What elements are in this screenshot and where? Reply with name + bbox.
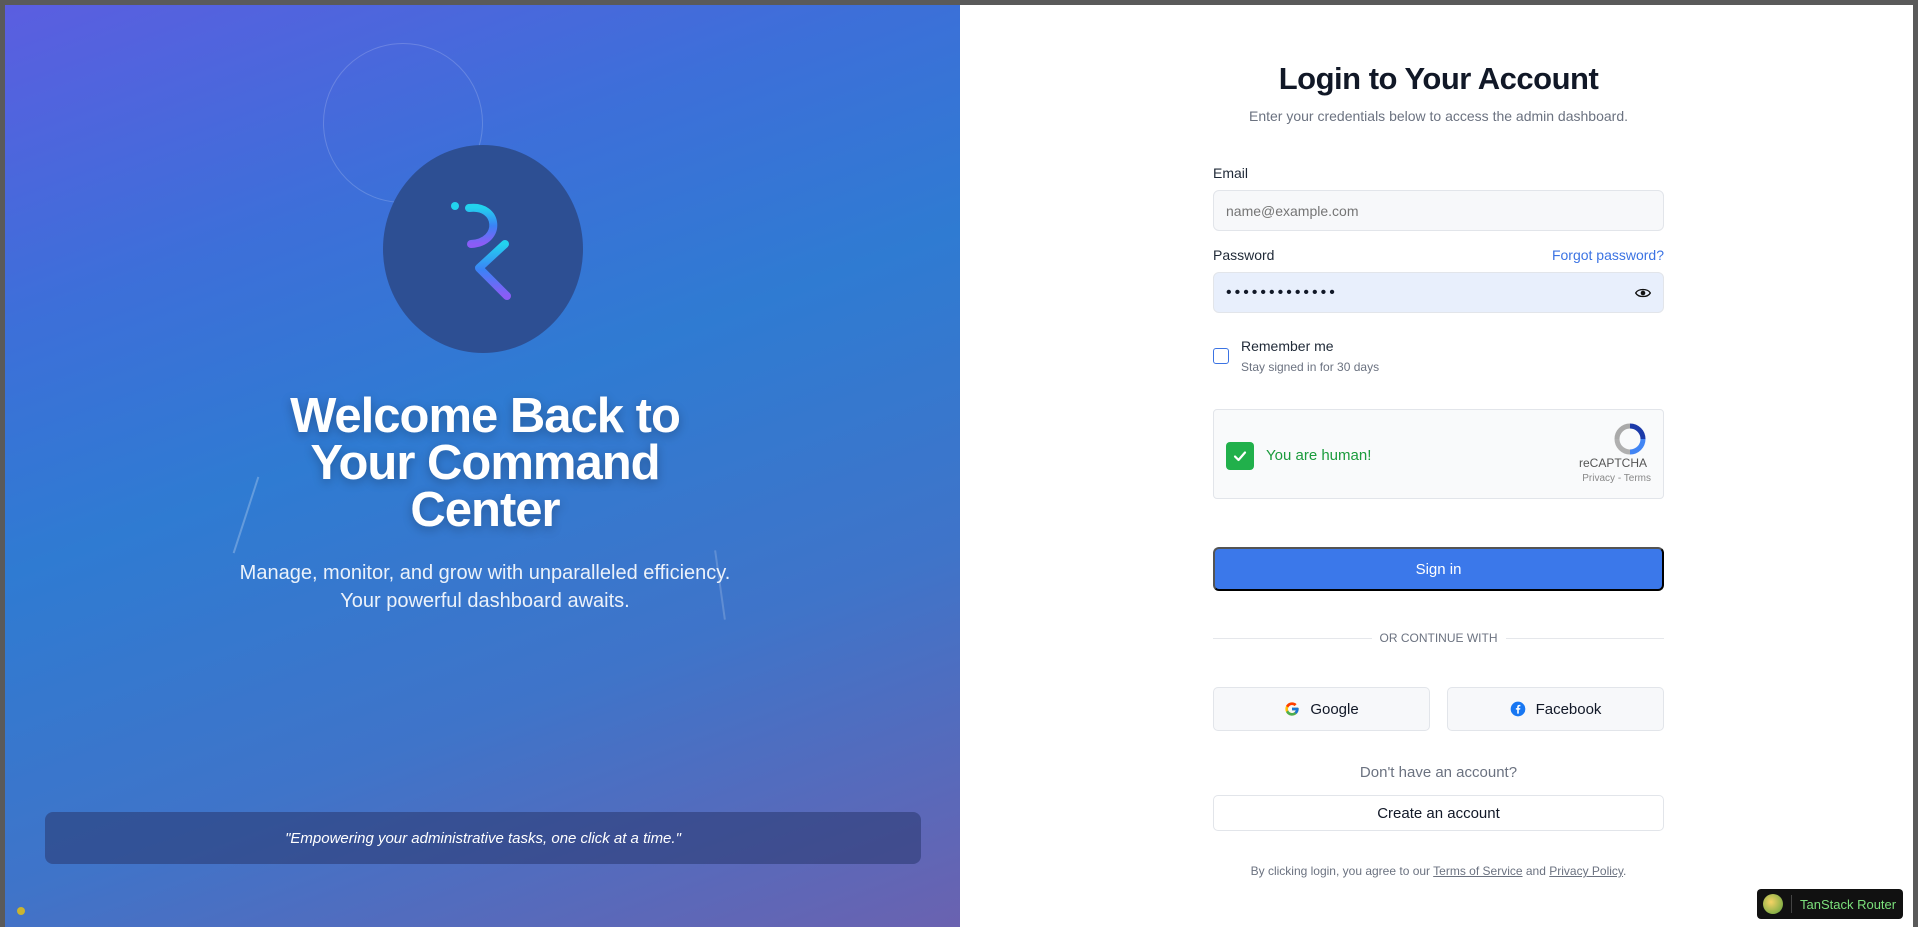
create-account-button[interactable]: Create an account <box>1213 795 1664 831</box>
hero-subtitle: Manage, monitor, and grow with unparalle… <box>239 562 731 612</box>
sign-in-button[interactable]: Sign in <box>1213 547 1664 591</box>
page-subtitle: Enter your credentials below to access t… <box>1249 108 1628 124</box>
captcha-status: You are human! <box>1266 447 1372 464</box>
checkmark-icon <box>1233 451 1247 462</box>
email-field[interactable] <box>1213 190 1664 231</box>
google-label: Google <box>1310 700 1359 718</box>
divider-text: OR CONTINUE WITH <box>1379 631 1498 645</box>
remember-checkbox[interactable] <box>1213 348 1229 364</box>
divider: OR CONTINUE WITH <box>1213 631 1664 645</box>
devtools-toggle[interactable]: TanStack Router <box>1757 889 1903 919</box>
hero-panel: Welcome Back to Your Command Center Mana… <box>5 5 960 927</box>
status-dot <box>17 907 25 915</box>
eye-icon[interactable] <box>1635 285 1651 301</box>
google-button[interactable]: Google <box>1213 687 1430 731</box>
google-icon <box>1285 702 1299 716</box>
quote-banner: "Empowering your administrative tasks, o… <box>45 812 921 864</box>
brand-logo <box>383 145 583 353</box>
devtools-label: TanStack Router <box>1800 896 1897 912</box>
forgot-password-link[interactable]: Forgot password? <box>1552 247 1664 263</box>
privacy-link[interactable]: Privacy Policy <box>1549 864 1623 878</box>
no-account-text: Don't have an account? <box>1359 764 1518 781</box>
remember-label: Remember me <box>1241 338 1334 354</box>
tanstack-logo-icon <box>1763 894 1783 914</box>
legal-prefix: By clicking login, you agree to our <box>1250 864 1431 878</box>
app-frame: Welcome Back to Your Command Center Mana… <box>5 5 1913 927</box>
captcha-terms-link[interactable]: Terms <box>1624 473 1651 484</box>
logo-icon <box>451 202 511 300</box>
legal-and: and <box>1525 864 1546 878</box>
remember-hint: Stay signed in for 30 days <box>1241 360 1380 374</box>
facebook-button[interactable]: Facebook <box>1447 687 1664 731</box>
captcha-privacy-link[interactable]: Privacy <box>1582 473 1615 484</box>
hero-title: Welcome Back to Your Command Center <box>290 389 681 537</box>
captcha-links: Privacy - Terms <box>1582 473 1651 484</box>
password-value: ••••••••••••• <box>1226 283 1338 301</box>
recaptcha-widget: You are human! reCAPTCHA Privacy - Terms <box>1213 409 1664 499</box>
facebook-label: Facebook <box>1535 700 1602 718</box>
recaptcha-icon <box>1614 423 1646 455</box>
legal-suffix: . <box>1623 864 1627 878</box>
legal-text: By clicking login, you agree to our Term… <box>1213 864 1664 878</box>
captcha-brand: reCAPTCHA <box>1578 456 1647 470</box>
quote-text: "Empowering your administrative tasks, o… <box>285 829 681 847</box>
password-field[interactable]: ••••••••••••• <box>1213 272 1664 313</box>
facebook-icon <box>1510 701 1525 717</box>
captcha-checkbox[interactable] <box>1226 442 1254 470</box>
page-title: Login to Your Account <box>1278 61 1599 96</box>
email-label: Email <box>1213 165 1249 181</box>
password-label: Password <box>1213 247 1275 263</box>
login-panel: Login to Your Account Enter your credent… <box>960 5 1913 927</box>
terms-link[interactable]: Terms of Service <box>1433 864 1522 878</box>
